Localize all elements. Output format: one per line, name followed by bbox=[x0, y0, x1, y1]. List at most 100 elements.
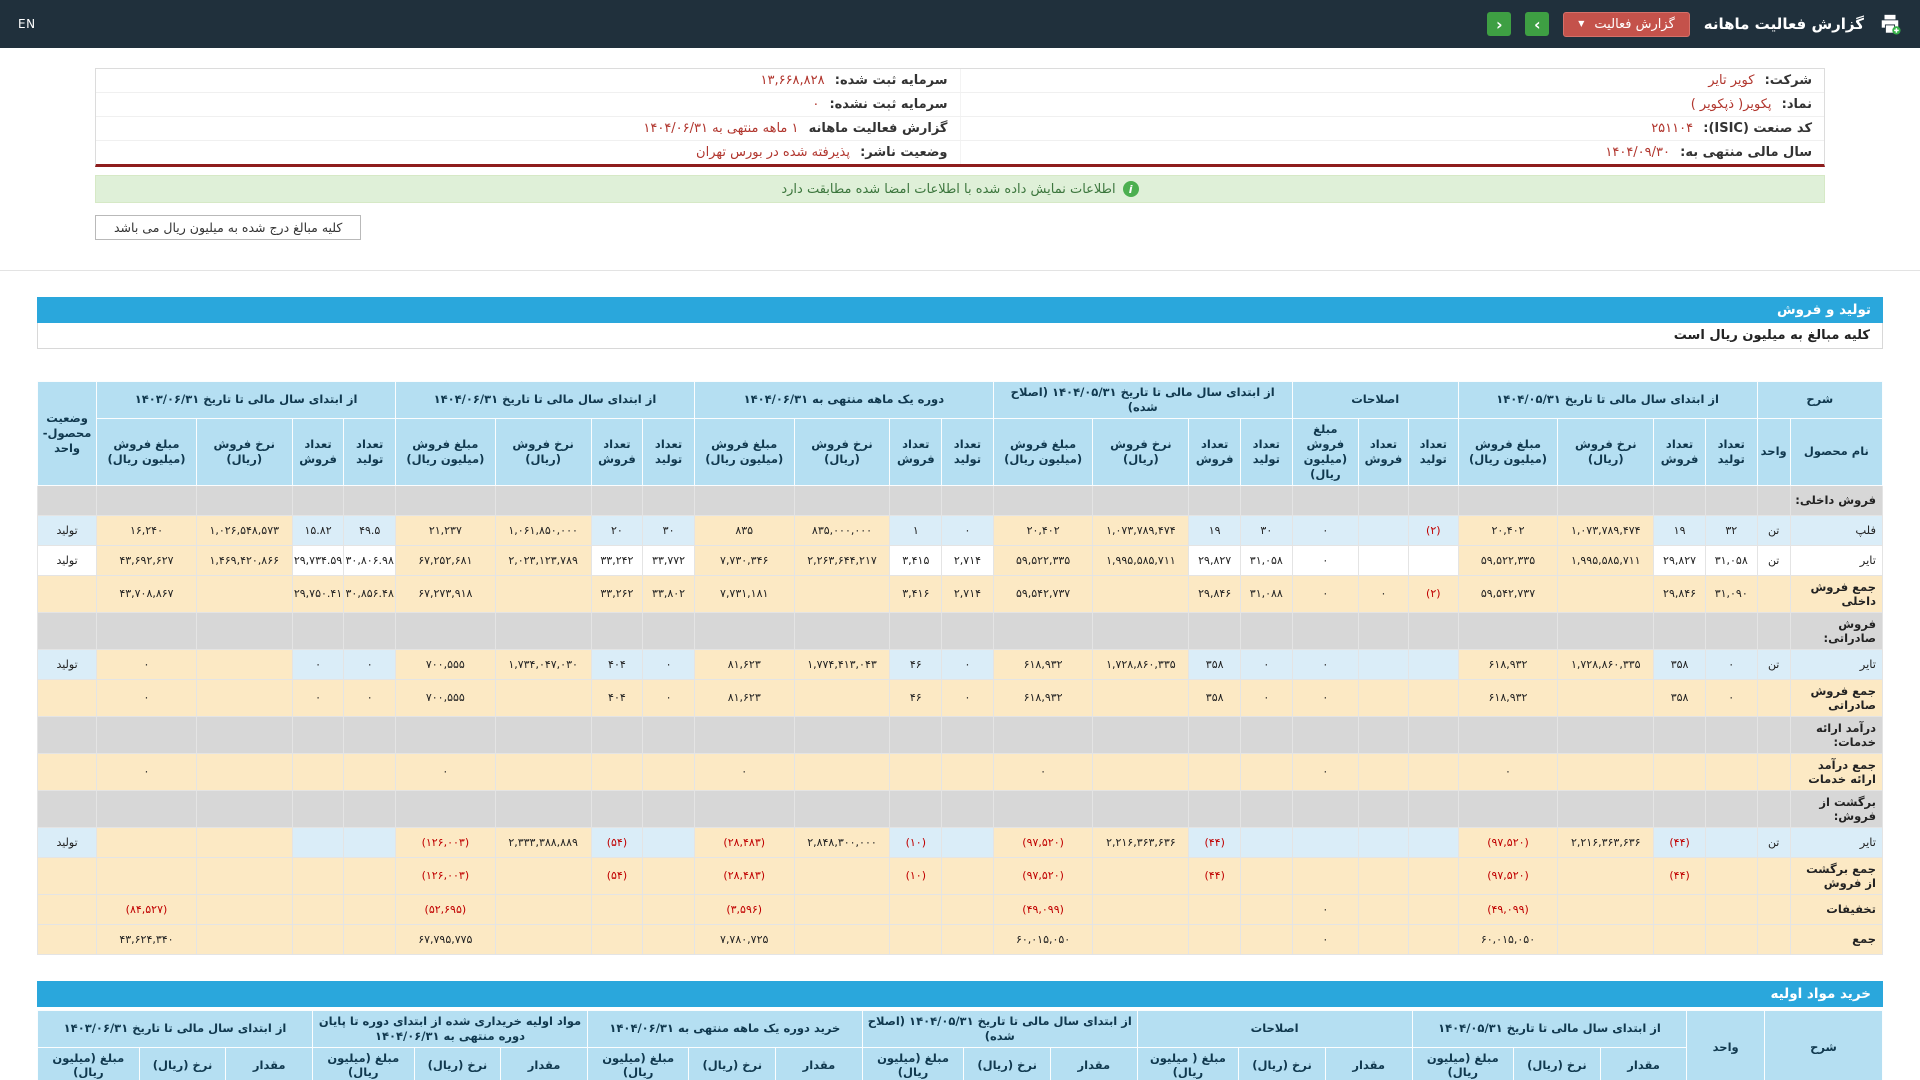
sub-column-header: مقدار bbox=[1599, 1046, 1688, 1080]
data-cell bbox=[889, 923, 943, 955]
data-cell: ۰ bbox=[992, 752, 1094, 791]
data-cell bbox=[1653, 484, 1706, 516]
data-cell bbox=[693, 789, 795, 828]
data-cell: ۷۰۰,۵۵۵ bbox=[395, 648, 496, 680]
data-cell bbox=[642, 856, 695, 895]
data-cell bbox=[941, 826, 994, 858]
info-row: شرکت: کویر تایر سرمایه ثبت شده: ۱۳,۶۶۸,۸… bbox=[96, 69, 1824, 93]
fiscal-year-value: ۱۴۰۴/۰۹/۳۰ bbox=[1605, 145, 1670, 160]
data-cell: ۱ bbox=[889, 514, 943, 546]
data-cell: (۵۴) bbox=[590, 856, 644, 895]
symbol-label: نماد: bbox=[1781, 97, 1812, 112]
data-cell: ۰ bbox=[1291, 752, 1360, 791]
production-sales-table-wrap: شرح از ابتدای سال مالی تا تاریخ ۱۴۰۴/۰۵/۳… bbox=[36, 381, 1884, 955]
data-cell: ۱,۰۷۳,۷۸۹,۴۷۴ bbox=[1092, 514, 1190, 546]
data-cell bbox=[1407, 678, 1459, 717]
data-cell: ۶۷,۷۹۵,۷۷۵ bbox=[395, 923, 496, 955]
data-cell: (۴۴) bbox=[1653, 856, 1706, 895]
table-row: فروش داخلی: bbox=[36, 484, 1884, 516]
sub-column-header: تعداد فروش bbox=[590, 417, 644, 486]
data-cell bbox=[96, 484, 197, 516]
sub-column-header: تعداد فروش bbox=[1358, 417, 1409, 486]
table-row: جمع فروش داخلی ۳۱,۰۹۰ ۲۹,۸۴۶ ۵۹,۵۴۲,۷۳۷ (۲) ۰… bbox=[36, 574, 1884, 613]
data-cell bbox=[1291, 715, 1360, 754]
data-cell bbox=[291, 484, 345, 516]
report-period-value: ۱ ماهه منتهی به ۱۴۰۴/۰۶/۳۱ bbox=[643, 121, 799, 136]
group-header: از ابتدای سال مالی تا تاریخ ۱۴۰۴/۰۵/۳۱ bbox=[1411, 1009, 1688, 1048]
sub-column-header: مقدار bbox=[500, 1046, 588, 1080]
data-cell: ۰ bbox=[395, 752, 496, 791]
data-cell: ۶۱۸,۹۳۲ bbox=[992, 648, 1094, 680]
data-cell: ۰ bbox=[1704, 678, 1758, 717]
data-cell bbox=[343, 752, 397, 791]
prev-period-button[interactable]: ‹ bbox=[1487, 12, 1512, 36]
data-cell bbox=[642, 752, 695, 791]
data-cell: ۲۰,۴۰۲ bbox=[992, 514, 1094, 546]
data-cell bbox=[494, 715, 592, 754]
data-cell bbox=[1188, 752, 1241, 791]
data-cell bbox=[1704, 752, 1758, 791]
data-cell: ۲۹,۷۵۰.۴۱ bbox=[291, 574, 345, 613]
data-cell bbox=[195, 648, 293, 680]
data-cell: (۴۹,۰۹۹) bbox=[992, 893, 1094, 925]
table-row: جمع فروش صادراتی ۰ ۳۵۸ ۶۱۸,۹۳۲ ۰ ۰ ۳۵۸ ۶۱۸,۹۳۲ ۰… bbox=[36, 678, 1884, 717]
data-cell bbox=[291, 826, 345, 858]
data-cell: ۰ bbox=[343, 648, 397, 680]
sharh-header: شرح bbox=[1756, 381, 1884, 419]
table-row: جمع ۶۰,۰۱۵,۰۵۰ ۰ ۶۰,۰۱۵,۰۵۰ ۷,۷۸۰,۷۲۵ ۶۷,۷۹۵,… bbox=[36, 923, 1884, 955]
data-cell: ۰ bbox=[941, 678, 994, 717]
next-period-button[interactable]: › bbox=[1525, 12, 1550, 36]
language-toggle[interactable]: EN bbox=[18, 17, 36, 31]
unit-note-wrap: کلیه مبالغ درج شده به میلیون ریال می باش… bbox=[95, 215, 1920, 240]
data-cell bbox=[1092, 611, 1190, 650]
sharh-header: شرح bbox=[1763, 1009, 1884, 1080]
status-cell: تولید bbox=[36, 826, 98, 858]
data-cell bbox=[590, 611, 644, 650]
unit-note-box: کلیه مبالغ درج شده به میلیون ریال می باش… bbox=[95, 215, 362, 240]
print-icon[interactable] bbox=[1878, 12, 1902, 36]
data-cell bbox=[1240, 611, 1293, 650]
data-cell bbox=[96, 789, 197, 828]
data-cell bbox=[642, 715, 695, 754]
data-cell bbox=[494, 893, 592, 925]
group-header: اصلاحات bbox=[1291, 381, 1459, 419]
data-cell: (۵۲,۶۹۵) bbox=[395, 893, 496, 925]
isic-value: ۲۵۱۱۰۴ bbox=[1651, 121, 1694, 136]
data-cell bbox=[1240, 484, 1293, 516]
data-cell: ۰ bbox=[941, 648, 994, 680]
table-row: فروش صادراتی: bbox=[36, 611, 1884, 650]
data-cell bbox=[793, 856, 891, 895]
unit-cell: تن bbox=[1756, 648, 1791, 680]
data-cell: ۶۰,۰۱۵,۰۵۰ bbox=[1457, 923, 1559, 955]
data-cell bbox=[793, 574, 891, 613]
data-cell: ۸۱,۶۲۳ bbox=[693, 648, 795, 680]
data-cell bbox=[195, 611, 293, 650]
data-cell bbox=[1557, 752, 1655, 791]
report-type-dropdown[interactable]: گزارش فعالیت ▼ bbox=[1563, 11, 1690, 37]
company-info-box: شرکت: کویر تایر سرمایه ثبت شده: ۱۳,۶۶۸,۸… bbox=[95, 68, 1825, 167]
data-cell bbox=[941, 923, 994, 955]
sub-column-header: نرخ (ریال) bbox=[1238, 1046, 1326, 1080]
data-cell bbox=[1457, 611, 1559, 650]
data-cell bbox=[941, 715, 994, 754]
data-cell: ۳۵۸ bbox=[1653, 678, 1706, 717]
group-header: مواد اولیه خریداری شده از ابتدای دوره تا… bbox=[312, 1009, 588, 1048]
section-label: درآمد ارائه خدمات: bbox=[1789, 715, 1884, 754]
sub-column-header: مبلغ ( میلیون ریال) bbox=[1136, 1046, 1240, 1080]
data-cell bbox=[494, 752, 592, 791]
report-type-label: گزارش فعالیت bbox=[1594, 16, 1675, 32]
data-cell: ۱۵.۸۲ bbox=[291, 514, 345, 546]
data-cell: ۱,۰۲۶,۵۴۸,۵۷۳ bbox=[195, 514, 293, 546]
data-cell bbox=[1704, 923, 1758, 955]
sub-column-header: تعداد تولید bbox=[1704, 417, 1758, 486]
sub-column-header: نرخ (ریال) bbox=[688, 1046, 777, 1080]
table-row: فلپ تن ۳۲ ۱۹ ۱,۰۷۳,۷۸۹,۴۷۴ ۲۰,۴۰۲ (۲) ۰ ۳۰ ۱۹ ۱,۰۷… bbox=[36, 514, 1884, 546]
registered-capital-value: ۱۳,۶۶۸,۸۲۸ bbox=[760, 73, 825, 88]
data-cell bbox=[1653, 752, 1706, 791]
data-cell: ۲۹,۷۳۴.۵۹ bbox=[291, 544, 345, 576]
sub-column-header: تعداد تولید bbox=[343, 417, 397, 486]
data-cell bbox=[1407, 826, 1459, 858]
data-cell: ۲,۲۶۳,۶۴۴,۲۱۷ bbox=[793, 544, 891, 576]
sub-column-header: تعداد تولید bbox=[1240, 417, 1293, 486]
data-cell: ۱,۷۲۸,۸۶۰,۳۳۵ bbox=[1092, 648, 1190, 680]
